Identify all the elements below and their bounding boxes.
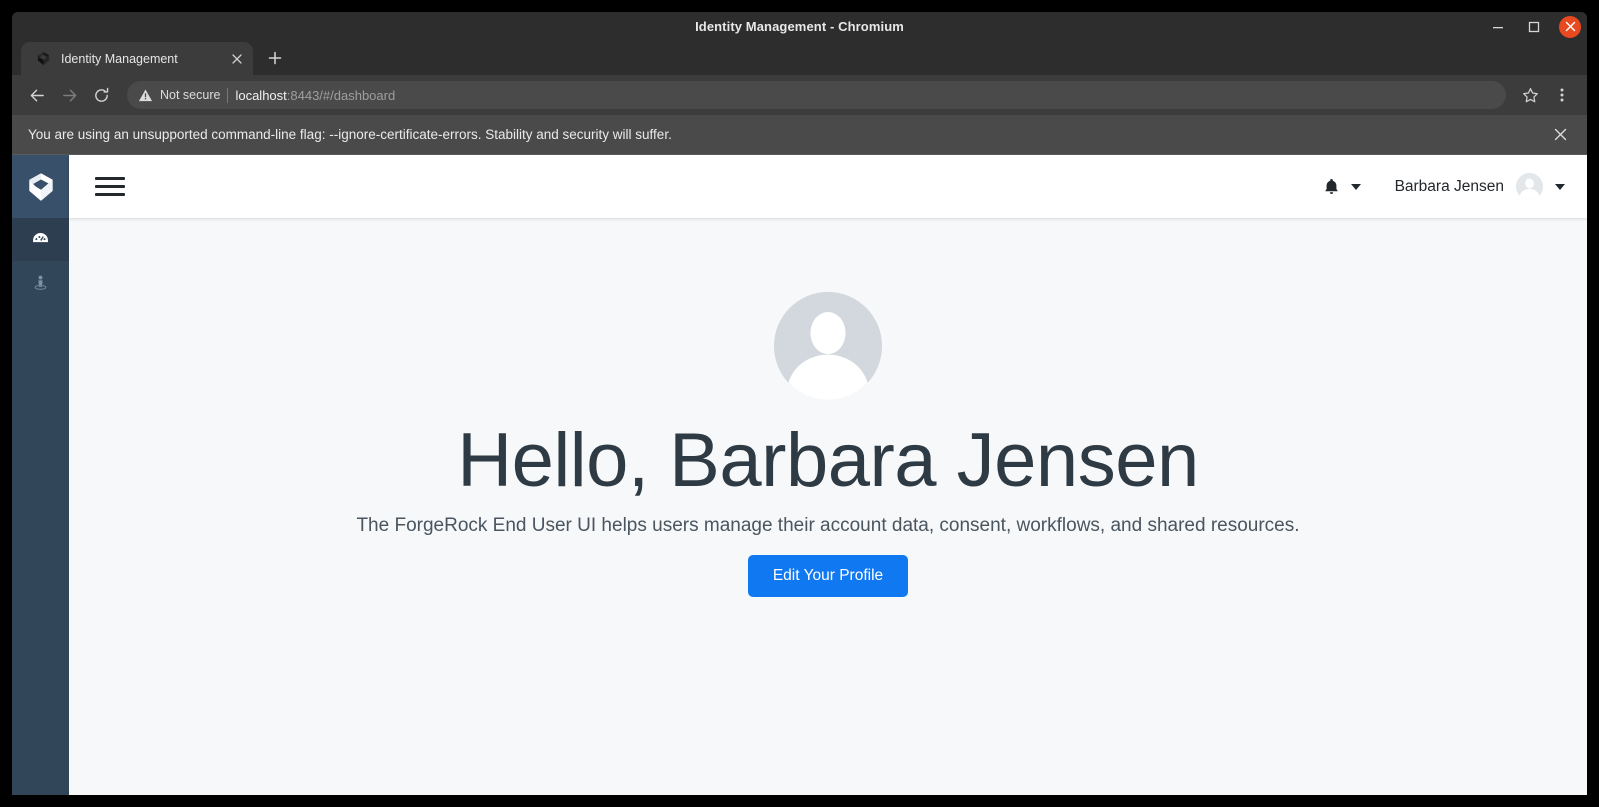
dashboard-content: Hello, Barbara Jensen The ForgeRock End … <box>69 218 1587 795</box>
browser-toolbar: Not secure localhost:8443/#/dashboard <box>12 75 1587 115</box>
url-text: localhost:8443/#/dashboard <box>235 88 395 103</box>
avatar-placeholder-icon <box>774 292 882 400</box>
user-menu[interactable]: Barbara Jensen <box>1395 173 1565 200</box>
avatar-placeholder-icon <box>1516 173 1543 200</box>
forgerock-logo-icon <box>35 50 52 67</box>
page-viewport: Barbara Jensen Hello, Barbara Jensen The… <box>12 155 1587 795</box>
hamburger-bar <box>95 185 125 188</box>
new-tab-button[interactable] <box>261 44 289 72</box>
url-host: localhost <box>235 87 287 103</box>
hero-avatar <box>774 292 882 400</box>
sidebar-logo[interactable] <box>12 155 69 218</box>
warning-triangle-icon <box>138 88 153 103</box>
maximize-icon[interactable] <box>1523 16 1545 38</box>
app-main-column: Barbara Jensen Hello, Barbara Jensen The… <box>69 155 1587 795</box>
close-icon[interactable] <box>1559 15 1581 38</box>
star-icon[interactable] <box>1515 80 1545 110</box>
chevron-down-icon[interactable] <box>1555 183 1565 190</box>
tab-title: Identity Management <box>61 51 178 66</box>
address-bar[interactable]: Not secure localhost:8443/#/dashboard <box>127 81 1506 109</box>
user-name-label: Barbara Jensen <box>1394 177 1504 195</box>
security-status-label: Not secure <box>160 88 221 102</box>
sidebar-item-dashboard[interactable] <box>12 218 69 261</box>
forward-arrow-icon[interactable] <box>54 80 84 110</box>
person-on-platform-icon <box>34 275 47 290</box>
page-description: The ForgeRock End User UI helps users ma… <box>356 515 1300 537</box>
minimize-icon[interactable] <box>1487 16 1509 38</box>
url-path: :8443/#/dashboard <box>286 87 396 103</box>
dashboard-gauge-icon <box>33 232 48 243</box>
app-sidebar <box>12 155 69 795</box>
sidebar-item-profile[interactable] <box>12 261 69 304</box>
infobar-message: You are using an unsupported command-lin… <box>28 127 672 142</box>
edit-profile-button[interactable]: Edit Your Profile <box>747 555 909 597</box>
omnibox-divider <box>227 87 229 103</box>
infobar-close-icon[interactable] <box>1547 122 1573 148</box>
hamburger-bar <box>95 193 125 196</box>
browser-window: Identity Management - Chromium Identity … <box>12 12 1587 795</box>
three-dot-menu-icon[interactable] <box>1547 80 1577 110</box>
window-controls <box>1487 12 1581 41</box>
toolbar-right-actions <box>1515 80 1577 110</box>
reload-icon[interactable] <box>86 80 116 110</box>
page-title: Hello, Barbara Jensen <box>457 418 1199 503</box>
command-line-flag-infobar: You are using an unsupported command-lin… <box>12 115 1587 155</box>
bell-icon[interactable] <box>1322 177 1341 196</box>
notifications-menu[interactable] <box>1322 177 1361 196</box>
browser-tab[interactable]: Identity Management <box>21 42 253 75</box>
chevron-down-icon[interactable] <box>1350 183 1361 190</box>
tab-close-icon[interactable] <box>227 49 247 69</box>
tab-strip: Identity Management <box>12 41 1587 75</box>
window-title: Identity Management - Chromium <box>695 19 904 34</box>
hamburger-bar <box>95 177 125 180</box>
back-arrow-icon[interactable] <box>22 80 52 110</box>
avatar <box>1516 173 1543 200</box>
window-titlebar: Identity Management - Chromium <box>12 12 1587 41</box>
forgerock-logo-icon <box>28 172 53 201</box>
app-header: Barbara Jensen <box>69 155 1587 218</box>
hamburger-menu-icon[interactable] <box>95 172 125 202</box>
